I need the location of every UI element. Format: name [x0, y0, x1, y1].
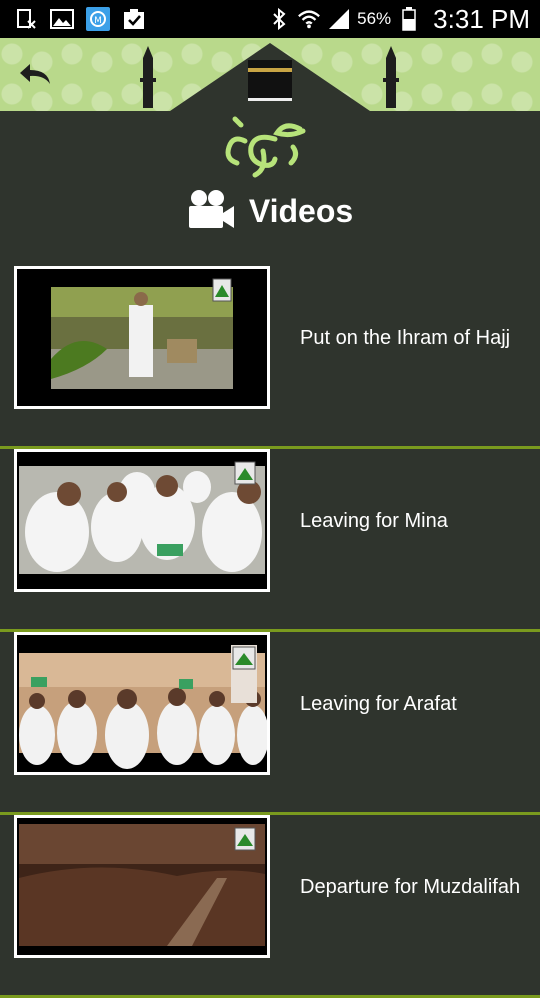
- thumbnail-image: [19, 461, 265, 574]
- video-title: Put on the Ihram of Hajj: [300, 326, 511, 349]
- video-thumbnail[interactable]: [14, 266, 270, 409]
- video-item[interactable]: Put on the Ihram of Hajj: [0, 266, 540, 449]
- thumbnail-image: [19, 645, 267, 769]
- thumbnail-image: [51, 278, 233, 389]
- back-button[interactable]: [18, 60, 58, 90]
- video-title: Departure for Muzdalifah: [300, 875, 521, 898]
- sim-card-icon: [14, 8, 38, 30]
- page-header: Videos: [0, 186, 540, 236]
- video-list: Put on the Ihram of Hajj Leaving for Min…: [0, 266, 540, 998]
- app-notification-icon: M: [86, 7, 110, 31]
- gallery-icon: [50, 8, 74, 30]
- thumbnail-image: [19, 824, 265, 946]
- video-thumbnail[interactable]: [14, 632, 270, 775]
- page-title: Videos: [248, 192, 354, 229]
- video-camera-icon: [187, 189, 235, 234]
- status-bar: M 56% 3:31 PM: [0, 0, 540, 38]
- video-thumbnail[interactable]: [14, 815, 270, 958]
- battery-icon: [397, 7, 421, 31]
- clock: 3:31 PM: [433, 3, 530, 34]
- svg-text:M: M: [94, 16, 102, 26]
- signal-icon: [327, 8, 351, 30]
- clipboard-check-icon: [122, 8, 146, 30]
- app-header: [0, 38, 540, 111]
- video-item[interactable]: Leaving for Mina: [0, 449, 540, 632]
- battery-percent: 56%: [357, 9, 392, 28]
- wifi-icon: [297, 8, 321, 30]
- video-title: Leaving for Mina: [300, 509, 448, 532]
- kaaba-icon: [248, 60, 292, 101]
- video-item[interactable]: Leaving for Arafat: [0, 632, 540, 815]
- calligraphy-logo: [225, 116, 306, 178]
- back-arrow-icon: [20, 64, 50, 84]
- video-thumbnail[interactable]: [14, 449, 270, 592]
- main-content: Videos Put on the Ihram of Hajj Leaving …: [0, 111, 540, 998]
- bluetooth-icon: [267, 7, 291, 31]
- video-title: Leaving for Arafat: [300, 692, 457, 715]
- video-item[interactable]: Departure for Muzdalifah: [0, 815, 540, 998]
- kaaba-header-art: [140, 43, 399, 111]
